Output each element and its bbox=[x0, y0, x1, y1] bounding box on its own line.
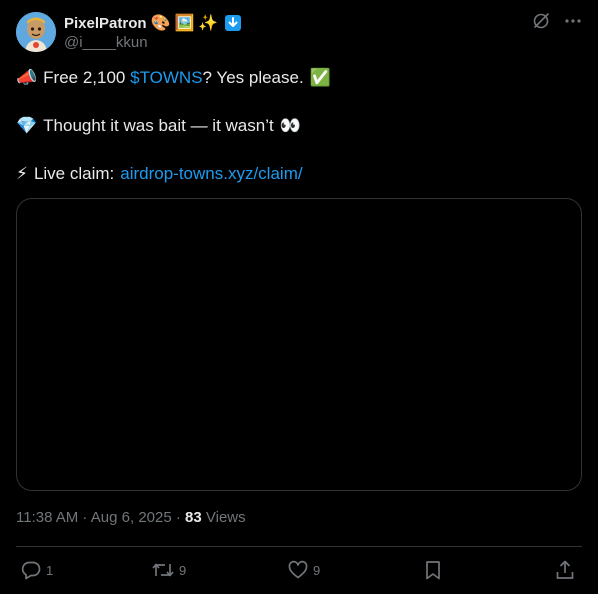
reply-count: 1 bbox=[46, 562, 54, 578]
megaphone-emoji: 📣 bbox=[16, 68, 38, 87]
share-button[interactable] bbox=[554, 559, 576, 581]
bookmark-icon bbox=[426, 561, 440, 580]
author-display-name[interactable]: PixelPatron bbox=[64, 15, 147, 32]
tweet-date[interactable]: Aug 6, 2025 bbox=[91, 509, 172, 526]
tweet-time[interactable]: 11:38 AM bbox=[16, 509, 78, 526]
author-name-row: PixelPatron 🎨 🖼️ ✨ bbox=[64, 13, 242, 33]
tweet-line-3-text: Live claim: bbox=[33, 164, 115, 183]
check-mark-emoji: ✅ bbox=[309, 68, 331, 87]
tweet-line-1-pre: Free 2,100 bbox=[43, 68, 131, 87]
share-icon bbox=[556, 560, 574, 579]
views-label: Views bbox=[201, 509, 246, 526]
tweet-line-2: 💎 Thought it was bait — it wasn’t 👀 bbox=[16, 114, 582, 138]
like-icon bbox=[288, 560, 308, 579]
author-handle[interactable]: @i____kkun bbox=[64, 34, 148, 51]
tweet-line-3: ⚡ Live claim: airdrop-towns.xyz/claim/ bbox=[16, 162, 582, 186]
tweet-text: 📣 Free 2,100 $TOWNS? Yes please. ✅ 💎 Tho… bbox=[16, 66, 582, 186]
tweet-line-1: 📣 Free 2,100 $TOWNS? Yes please. ✅ bbox=[16, 66, 582, 90]
reply-icon bbox=[21, 561, 41, 580]
views-count: 83 bbox=[185, 509, 202, 526]
cashtag-link[interactable]: $TOWNS bbox=[130, 68, 202, 87]
meta-separator: · bbox=[78, 509, 91, 526]
grok-icon[interactable] bbox=[532, 12, 550, 30]
claim-link[interactable]: airdrop-towns.xyz/claim/ bbox=[120, 162, 302, 186]
tweet-line-2-text: Thought it was bait — it wasn’t bbox=[43, 116, 274, 135]
tweet-line-1-post: ? Yes please. bbox=[202, 68, 304, 87]
bookmark-button[interactable] bbox=[422, 559, 444, 581]
sparkles-emoji: ✨ bbox=[198, 15, 219, 32]
framed-picture-emoji: 🖼️ bbox=[174, 15, 195, 32]
lightning-emoji: ⚡ bbox=[16, 164, 28, 183]
repost-count: 9 bbox=[179, 562, 187, 578]
gem-emoji: 💎 bbox=[16, 116, 38, 135]
more-options-icon[interactable] bbox=[564, 12, 582, 30]
repost-button[interactable]: 9 bbox=[151, 559, 186, 581]
media-card[interactable] bbox=[16, 198, 582, 491]
divider bbox=[16, 546, 582, 547]
eyes-emoji: 👀 bbox=[279, 116, 301, 135]
like-count: 9 bbox=[313, 562, 321, 578]
meta-separator: · bbox=[171, 509, 186, 526]
like-button[interactable]: 9 bbox=[287, 559, 320, 581]
repost-icon bbox=[152, 563, 174, 577]
palette-emoji: 🎨 bbox=[150, 15, 171, 32]
top-actions bbox=[532, 12, 582, 30]
reply-button[interactable]: 1 bbox=[20, 559, 53, 581]
avatar[interactable] bbox=[16, 12, 56, 52]
blue-badge-icon bbox=[224, 14, 242, 32]
tweet-meta: 11:38 AM · Aug 6, 2025 · 83 Views bbox=[16, 509, 246, 526]
avatar-image bbox=[16, 12, 56, 52]
